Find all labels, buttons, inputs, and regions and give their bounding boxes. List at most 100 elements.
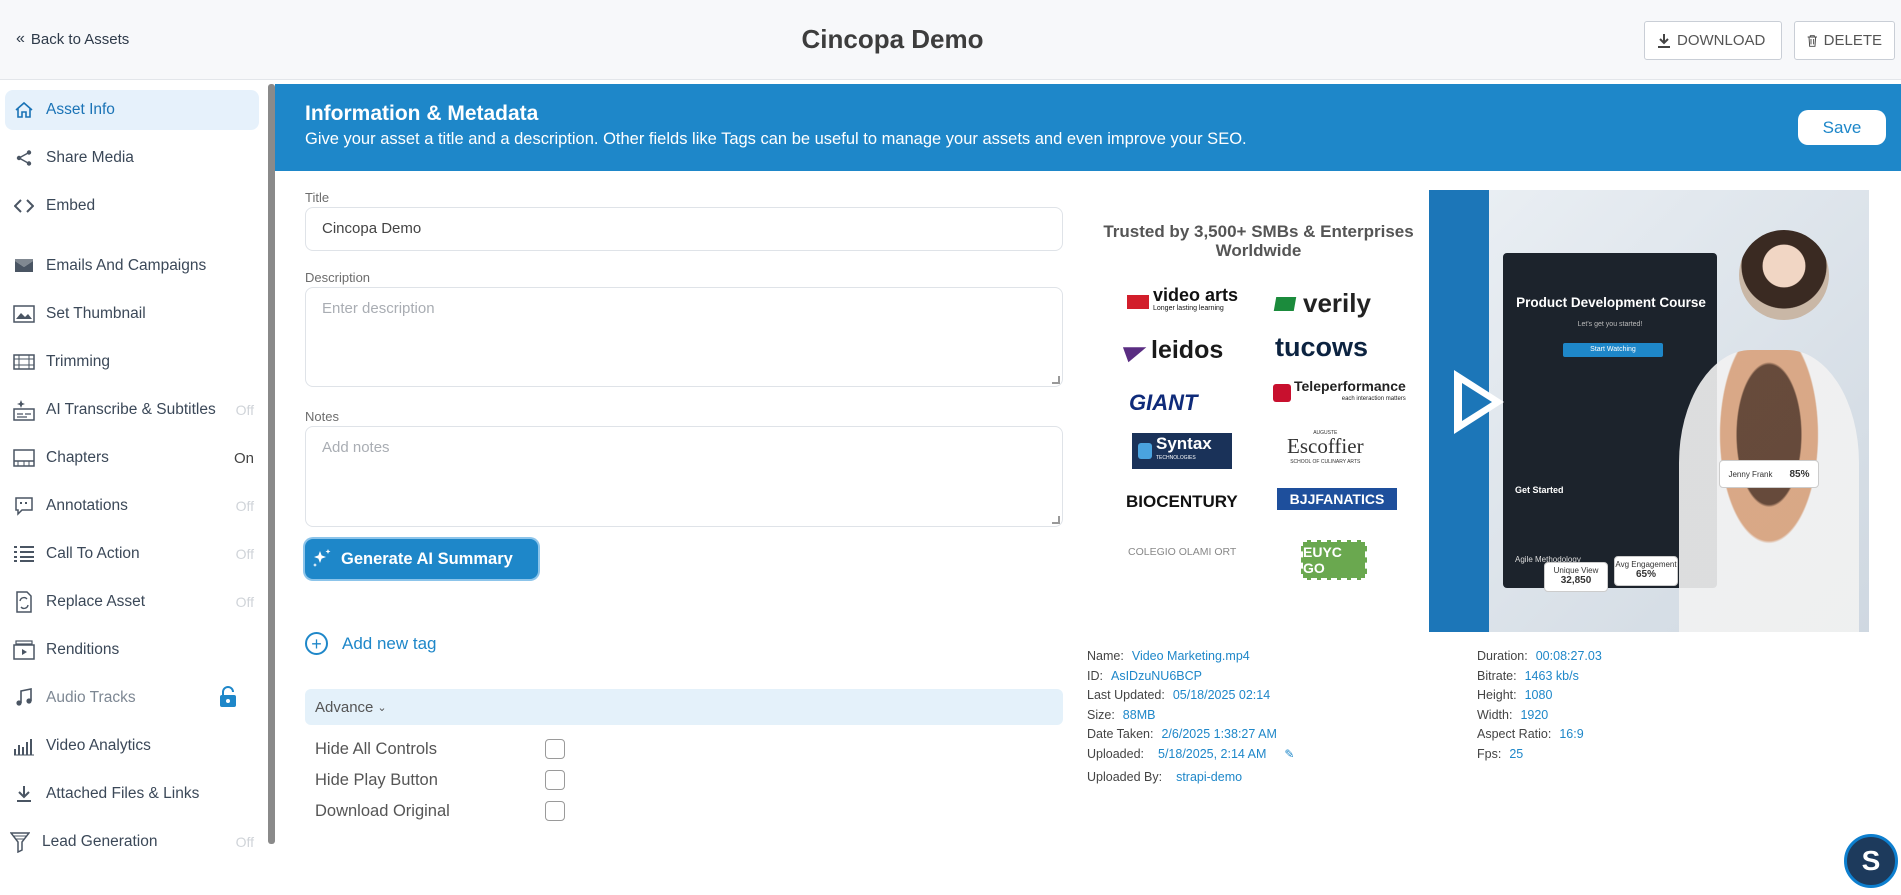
logo-tucows: tucows <box>1275 332 1368 363</box>
sidebar-item-label: AI Transcribe & Subtitles <box>46 401 216 418</box>
sidebar-item-label: Embed <box>46 197 96 214</box>
top-bar: « Back to Assets Cincopa Demo DOWNLOAD D… <box>0 0 1901 80</box>
save-button[interactable]: Save <box>1798 110 1886 145</box>
sidebar-item-video-analytics[interactable]: Video Analytics <box>5 726 259 766</box>
logo-text: verily <box>1303 288 1371 318</box>
generate-ai-summary-button[interactable]: Generate AI Summary <box>305 539 538 579</box>
sidebar-item-asset-info[interactable]: Asset Info <box>5 90 259 130</box>
advance-toggle[interactable]: Advance ⌄ <box>305 689 1063 725</box>
sidebar: Asset Info Share Media Embed Emails And … <box>0 84 268 895</box>
sidebar-item-renditions[interactable]: Renditions <box>5 630 259 670</box>
meta-row-width: Width: 1920 <box>1477 706 1602 726</box>
notes-textarea[interactable]: Add notes <box>305 426 1063 527</box>
sidebar-item-label: Chapters <box>46 449 109 466</box>
sidebar-item-ai-transcribe[interactable]: AI Transcribe & Subtitles Off <box>5 390 259 430</box>
meta-value: Video Marketing.mp4 <box>1131 649 1250 663</box>
download-original-checkbox[interactable] <box>545 801 565 821</box>
delete-button[interactable]: DELETE <box>1794 21 1895 60</box>
sidebar-item-call-to-action[interactable]: Call To Action Off <box>5 534 259 574</box>
download-original-row: Download Original <box>315 801 565 821</box>
hide-all-controls-checkbox[interactable] <box>545 739 565 759</box>
video-thumbnail[interactable]: Product Development Course Let's get you… <box>1429 190 1869 632</box>
code-icon <box>11 195 37 217</box>
chevron-down-icon: ⌄ <box>377 701 387 714</box>
resize-handle-icon[interactable] <box>1052 516 1060 524</box>
sidebar-item-label: Attached Files & Links <box>46 785 200 802</box>
main-panel: Information & Metadata Give your asset a… <box>275 84 1901 895</box>
funnel-icon <box>7 831 33 853</box>
sidebar-item-emails-campaigns[interactable]: Emails And Campaigns <box>5 246 259 286</box>
person-image <box>1679 350 1859 632</box>
logo-syntax: Syntax TECHNOLOGIES <box>1132 433 1232 469</box>
notes-label: Notes <box>305 409 339 424</box>
sidebar-scrollbar[interactable] <box>268 84 275 844</box>
sidebar-item-audio-tracks[interactable]: Audio Tracks <box>5 678 259 718</box>
resize-handle-icon[interactable] <box>1052 376 1060 384</box>
meta-row-id: ID: AsIDzuNU6BCP <box>1087 667 1294 687</box>
sidebar-item-lead-generation[interactable]: Lead Generation Off <box>5 822 259 862</box>
meta-row-name: Name: Video Marketing.mp4 <box>1087 647 1294 667</box>
meta-value: 25 <box>1509 746 1524 761</box>
add-new-tag-button[interactable]: + Add new tag <box>305 632 437 655</box>
sidebar-item-share-media[interactable]: Share Media <box>5 138 259 178</box>
sidebar-item-label: Replace Asset <box>46 593 146 610</box>
logo-biocentury: BIOCENTURY <box>1126 492 1238 512</box>
logo-sub: each interaction matters <box>1341 396 1406 402</box>
meta-row-size: Size: 88MB <box>1087 706 1294 726</box>
sidebar-item-annotations[interactable]: Annotations Off <box>5 486 259 526</box>
meta-row-uploaded: Uploaded: 5/18/2025, 2:14 AM ✎ <box>1087 745 1294 765</box>
description-textarea[interactable]: Enter description <box>305 287 1063 387</box>
notes-placeholder: Add notes <box>322 439 390 456</box>
status-off: Off <box>235 546 254 562</box>
sidebar-item-label: Call To Action <box>46 545 140 562</box>
sidebar-item-label: Video Analytics <box>46 737 151 754</box>
meta-key: Uploaded By: <box>1087 770 1163 784</box>
status-off: Off <box>235 402 254 418</box>
play-icon-inner <box>1462 383 1492 421</box>
metadata-left: Name: Video Marketing.mp4 ID: AsIDzuNU6BCP… <box>1087 647 1294 788</box>
sidebar-item-replace-asset[interactable]: Replace Asset Off <box>5 582 259 622</box>
video-get-started: Get Started <box>1515 485 1564 495</box>
trim-icon <box>11 351 37 373</box>
sidebar-item-label: Lead Generation <box>42 833 158 850</box>
banner-subtitle: Give your asset a title and a descriptio… <box>305 130 1247 148</box>
chat-widget-button[interactable]: S <box>1844 834 1898 888</box>
logo-sub: SCHOOL OF CULINARY ARTS <box>1290 459 1361 465</box>
sidebar-item-trimming[interactable]: Trimming <box>5 342 259 382</box>
status-off: Off <box>235 498 254 514</box>
meta-row-height: Height: 1080 <box>1477 686 1602 706</box>
logo-text: leidos <box>1151 336 1224 364</box>
chat-logo-icon: S <box>1861 845 1881 876</box>
title-input[interactable]: Cincopa Demo <box>305 207 1063 251</box>
sidebar-item-set-thumbnail[interactable]: Set Thumbnail <box>5 294 259 334</box>
meta-key: Uploaded: <box>1087 746 1144 761</box>
meta-key: Aspect Ratio: <box>1477 727 1552 741</box>
logo-sub: Longer lasting learning <box>1153 305 1224 312</box>
avg-engagement-badge: Avg Engagement 65% <box>1614 556 1678 586</box>
logo-sub: TECHNOLOGIES <box>1156 455 1196 461</box>
sidebar-item-label: Share Media <box>46 149 134 166</box>
pencil-icon[interactable]: ✎ <box>1284 745 1294 765</box>
meta-value: 1463 kb/s <box>1524 668 1579 683</box>
logo-text: BIOCENTURY <box>1126 492 1238 511</box>
hide-all-controls-row: Hide All Controls <box>315 739 565 759</box>
hide-play-button-checkbox[interactable] <box>545 770 565 790</box>
replace-icon <box>11 591 37 613</box>
sidebar-item-chapters[interactable]: Chapters On <box>5 438 259 478</box>
video-user-badge: Jenny Frank 85% <box>1719 460 1819 488</box>
meta-value: strapi-demo <box>1176 770 1243 784</box>
hide-play-button-row: Hide Play Button <box>315 770 565 790</box>
sidebar-item-label: Emails And Campaigns <box>46 257 207 274</box>
meta-key: Bitrate: <box>1477 668 1517 683</box>
meta-row-duration: Duration: 00:08:27.03 <box>1477 647 1602 667</box>
sidebar-item-attached-files[interactable]: Attached Files & Links <box>5 774 259 814</box>
meta-key: Name: <box>1087 649 1124 663</box>
meta-row-bitrate: Bitrate: 1463 kb/s <box>1477 667 1602 687</box>
logo-leidos: leidos <box>1122 336 1224 365</box>
sidebar-item-embed[interactable]: Embed <box>5 186 259 226</box>
sidebar-item-label: Annotations <box>46 497 128 514</box>
download-button[interactable]: DOWNLOAD <box>1644 21 1782 60</box>
meta-value: 1920 <box>1520 707 1549 722</box>
annotation-icon <box>11 495 37 517</box>
meta-key: Duration: <box>1477 649 1528 663</box>
